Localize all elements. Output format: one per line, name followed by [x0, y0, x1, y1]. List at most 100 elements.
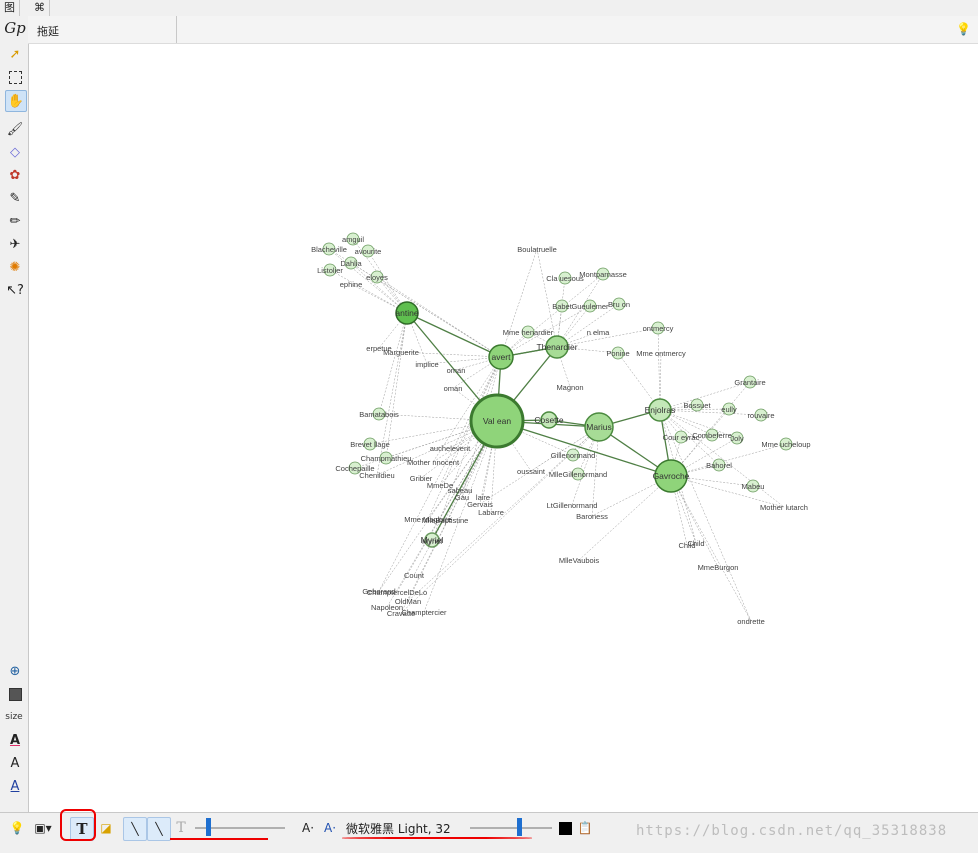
graph-node-label: Gillenormand — [551, 451, 596, 460]
graph-node-label: Mme ucheloup — [761, 440, 810, 449]
graph-node-label: Count — [404, 571, 425, 580]
edge-button[interactable]: ╲ — [123, 817, 147, 841]
graph-node-label: n elma — [587, 328, 610, 337]
graph-node-label: Myriel — [422, 537, 442, 546]
graph-labels: BoulatruelleCla uesousMontparnasseBabet G… — [311, 235, 811, 626]
color-square-icon[interactable] — [5, 684, 25, 704]
gephi-logo: Gp — [4, 19, 26, 37]
graph-node-label: avourite — [355, 247, 382, 256]
bottom-toolbar: 💡 ▣▾ T ◪ ╲ ╲ T A· A· 微软雅黑 Light, 32 📋 ht… — [0, 809, 978, 853]
graph-edge — [657, 327, 661, 411]
graph-node-label: Bamatabois — [359, 410, 399, 419]
tab-graph[interactable]: 图 — [0, 0, 20, 16]
font-icon[interactable]: A — [5, 776, 25, 796]
graph-node-label: Mabeu — [742, 482, 765, 491]
lasso-select-icon[interactable]: ✋ — [5, 90, 27, 112]
graph-node-label: oman — [447, 366, 466, 375]
camera-icon[interactable]: ▣▾ — [32, 817, 54, 839]
graph-canvas[interactable]: Val ean avert antine Marius Gavroche Thenardi… — [29, 44, 978, 812]
graph-edge — [376, 312, 408, 476]
graph-node-label: LtGillenormand — [547, 501, 598, 510]
graph-nodes: Val ean avert antine Marius Gavroche Thenardi… — [395, 301, 690, 548]
graph-node-label: MmeBurgon — [698, 563, 739, 572]
graph-node-label: oussaint — [517, 467, 546, 476]
graph-node-label: implice — [415, 360, 438, 369]
red-underline-annotation-2 — [342, 837, 532, 839]
graph-node-label: Bossuet — [683, 401, 711, 410]
graph-node-label: Bahorel — [706, 461, 732, 470]
palette-icon[interactable]: ✿ — [5, 165, 25, 185]
graph-edge — [659, 409, 785, 508]
info-cell: 拖延 — [28, 16, 177, 43]
graph-edge-strong — [406, 312, 502, 358]
airplane-icon[interactable]: ✈ — [5, 234, 25, 254]
graph-node-label: Babet — [552, 302, 573, 311]
label-size-icon[interactable]: T — [172, 817, 190, 839]
graph-node-label: Gavroche — [653, 471, 690, 481]
zoom-icon[interactable]: ⊕ — [5, 661, 25, 681]
pencil2-icon[interactable]: ✏ — [5, 211, 25, 231]
graph-node-label: Ponine — [606, 349, 629, 358]
graph-node-label: Joly — [730, 434, 744, 443]
graph-node-label: amguil — [342, 235, 364, 244]
diamond-icon[interactable]: ◇ — [5, 142, 25, 162]
brush-icon[interactable]: 🖌 — [5, 119, 25, 139]
graph-node-label: Listolier — [317, 266, 343, 275]
font-scale-slider[interactable] — [517, 818, 522, 836]
graph-edge — [500, 248, 538, 358]
graph-node-label: oman — [444, 384, 463, 393]
graph-node-label: Champtercier — [401, 608, 447, 617]
graph-node-label: Grantaire — [734, 378, 765, 387]
graph-node-label: Cosette — [534, 415, 564, 425]
graph-node-label: ChamptercelDeLo — [367, 588, 427, 597]
edge-color-button[interactable]: ╲ — [147, 817, 171, 841]
graph-node-label: Baroness — [576, 512, 608, 521]
tab-close[interactable]: ⌘ — [30, 0, 50, 16]
graph-node-label: auchelevent — [430, 444, 471, 453]
graph-node-label: Bru on — [608, 300, 630, 309]
graph-node-label: Magnon — [556, 383, 583, 392]
graph-node-label: ondrette — [737, 617, 765, 626]
graph-node-label: ephine — [340, 280, 363, 289]
color-swatch[interactable] — [558, 817, 572, 839]
graph-node-label: Combeferre — [692, 431, 732, 440]
graph-svg[interactable]: Val ean avert antine Marius Gavroche Thenardi… — [29, 44, 978, 812]
pencil-icon[interactable]: ✎ — [5, 188, 25, 208]
graph-node-label: erpetue — [366, 344, 391, 353]
watermark: https://blog.csdn.net/qq_35318838 — [636, 823, 948, 839]
graph-node-label: Marius — [586, 422, 612, 432]
bulb-icon[interactable]: 💡 — [956, 22, 971, 36]
graph-edge — [385, 312, 408, 459]
top-tab-bar: 图 ⌘ — [0, 0, 978, 17]
graph-node-label: eully — [721, 405, 737, 414]
graph-node-label: Montparnasse — [579, 270, 627, 279]
red-underline-annotation — [170, 838, 268, 840]
graph-node-label: Champmathieu — [361, 454, 412, 463]
graph-node-label: Blacheville — [311, 245, 347, 254]
graph-edge — [378, 312, 408, 415]
font-selector[interactable]: 微软雅黑 Light, 32 — [346, 817, 466, 839]
font-color-icon[interactable]: A· — [322, 817, 338, 839]
edge-scale-slider[interactable] — [206, 818, 211, 836]
gear-icon[interactable]: ✺ — [5, 257, 25, 277]
left-toolbar: Gp ➚ ✋ 🖌 ◇ ✿ ✎ ✏ ✈ ✺ ↖? ⊕ size A A A — [0, 16, 29, 812]
font-size-icon[interactable]: A — [5, 753, 25, 773]
font-size-decrease-icon[interactable]: A· — [300, 817, 316, 839]
graph-node-label: MlleVaubois — [559, 556, 600, 565]
rect-select-icon[interactable] — [5, 67, 25, 87]
graph-node-label: Mother lutarch — [760, 503, 808, 512]
graph-node-label: Mme ontmercy — [636, 349, 686, 358]
info-bar: 拖延 — [28, 16, 978, 44]
graph-node-label: Dahlia — [340, 259, 362, 268]
font-color-icon[interactable]: A — [5, 730, 25, 750]
graph-node-label: MlleBaptistine — [422, 516, 469, 525]
clipboard-icon[interactable]: 📋 — [577, 817, 593, 839]
label-color-icon[interactable]: ◪ — [96, 817, 116, 839]
graph-node-label: eloyes — [366, 273, 388, 282]
graph-node-label: avert — [492, 352, 512, 362]
bulb-icon[interactable]: 💡 — [8, 817, 26, 839]
graph-node-label: Mme henardier — [503, 328, 554, 337]
graph-node-label: antine — [395, 308, 418, 318]
arrow-pointer-icon[interactable]: ➚ — [5, 44, 25, 64]
help-cursor-icon[interactable]: ↖? — [5, 280, 25, 300]
